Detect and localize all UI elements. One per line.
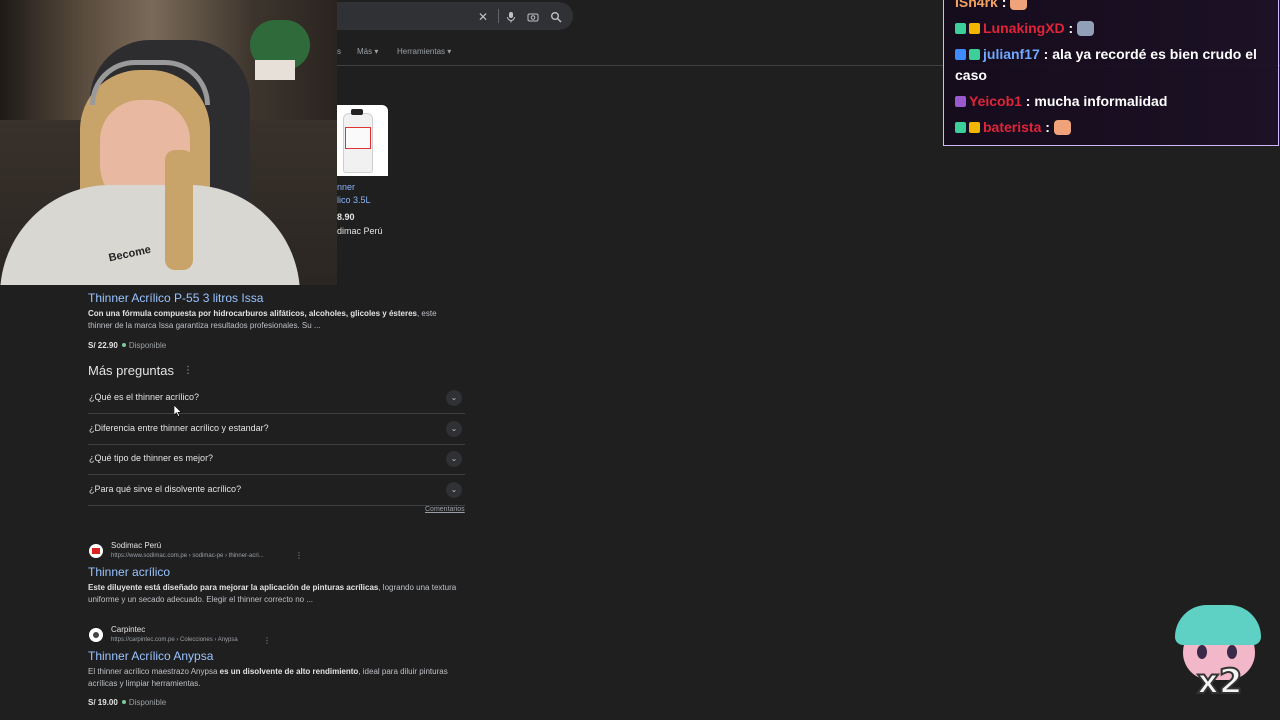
result-issa-snippet: Con una fórmula compuesta por hidrocarbu… (88, 308, 468, 332)
subscriber-badge-icon (969, 49, 980, 60)
product-store: dimac Perú (337, 226, 383, 236)
result-sodimac-snippet-line2: uniforme y un secado adecuado. Elegir el… (88, 595, 314, 604)
ppa-question-row[interactable]: ¿Para qué sirve el disolvente acrílico? … (88, 475, 465, 506)
availability-dot-icon (121, 343, 126, 347)
sticker-eye (1197, 645, 1207, 659)
subscriber-badge-icon (955, 96, 966, 107)
stream-chat-overlay: ISh4rk : LunakingXD : julianf17 : ala ya… (943, 0, 1279, 146)
subscriber-badge-icon (955, 23, 966, 34)
result-issa-snippet-rest: , este (416, 309, 437, 318)
ppa-question[interactable]: ¿Diferencia entre thinner acrílico y est… (89, 423, 269, 433)
product-title-line2[interactable]: lico 3.5L (337, 194, 371, 207)
microphone-icon[interactable] (505, 11, 517, 23)
result-issa-snippet-bold: Con una fórmula compuesta por hidrocarbu… (88, 309, 417, 318)
result-issa-price: S/ 22.90 (88, 341, 118, 350)
chat-username: baterista (983, 119, 1042, 135)
mouse-cursor-icon (174, 405, 182, 417)
nav-tab-tools[interactable]: Herramientas ▾ (397, 47, 451, 56)
result-carpintec-meta: S/ 19.00 Disponible (88, 692, 166, 710)
result-carpintec-snippet: El thinner acrílico maestrazo Anypsa es … (88, 666, 468, 690)
more-options-icon[interactable]: ⋮ (295, 551, 303, 560)
chat-message: LunakingXD : (955, 18, 1270, 39)
verified-badge-icon (955, 49, 966, 60)
chat-message: baterista : (955, 117, 1270, 138)
product-image (337, 105, 388, 176)
result-issa-title[interactable]: Thinner Acrílico P-55 3 litros Issa (88, 291, 263, 305)
ppa-question-row[interactable]: ¿Diferencia entre thinner acrílico y est… (88, 414, 465, 445)
result-sodimac-snippet-rest: , logrando una textura (378, 583, 457, 592)
ppa-menu-icon[interactable]: ⋮ (183, 365, 193, 376)
ppa-question-row[interactable]: ¿Qué tipo de thinner es mejor? ⌄ (88, 444, 465, 475)
chat-message: Yeicob1 : mucha informalidad (955, 91, 1270, 112)
search-divider (498, 9, 499, 23)
bottle-cap (351, 109, 363, 115)
result-sodimac-title[interactable]: Thinner acrílico (88, 565, 170, 579)
chat-username: Yeicob1 (969, 93, 1022, 109)
chat-separator: : (1064, 20, 1074, 36)
chat-separator: : (997, 0, 1007, 10)
result-issa-snippet-line2: thinner de la marca Issa garantiza resul… (88, 321, 321, 330)
sticker-hair (1175, 605, 1261, 645)
x2-sticker: x2 (1175, 600, 1265, 710)
result-carpintec-snippet-start: El thinner acrílico maestrazo Anypsa (88, 667, 220, 676)
search-bar[interactable]: ✕ (330, 2, 573, 30)
result-carpintec-snippet-bold: es un disolvente de alto rendimiento (219, 667, 359, 676)
result-carpintec-snippet-rest: , ideal para diluir pinturas (358, 667, 448, 676)
result-carpintec-price: S/ 19.00 (88, 698, 118, 707)
bottle-label (345, 127, 371, 149)
chat-text: mucha informalidad (1034, 93, 1168, 109)
result-issa-meta: S/ 22.90 Disponible (88, 335, 166, 353)
result-sodimac-snippet: Este diluyente está diseñado para mejora… (88, 582, 468, 606)
webcam-overlay: Become (0, 0, 337, 285)
chat-separator: : (1041, 119, 1050, 135)
crown-badge-icon (969, 23, 980, 34)
search-icon[interactable] (550, 11, 562, 23)
subscriber-badge-icon (955, 122, 966, 133)
ppa-question[interactable]: ¿Para qué sirve el disolvente acrílico? (89, 484, 241, 494)
ppa-question-row[interactable]: ¿Qué es el thinner acrílico? ⌄ (88, 383, 465, 414)
ppa-title: Más preguntas (88, 363, 174, 378)
face-emote-icon (1010, 0, 1028, 10)
nav-tab-partial[interactable]: s (337, 47, 341, 56)
chat-username: LunakingXD (983, 20, 1065, 36)
chat-separator: : (1039, 46, 1049, 62)
chevron-down-icon[interactable]: ⌄ (446, 421, 462, 437)
product-price: 8.90 (337, 212, 355, 222)
carpintec-favicon-icon (89, 628, 103, 642)
feedback-link[interactable]: Comentarios (425, 506, 465, 513)
chevron-down-icon[interactable]: ⌄ (446, 451, 462, 467)
result-sodimac-site[interactable]: Sodimac Perú (111, 541, 161, 550)
result-carpintec-title[interactable]: Thinner Acrílico Anypsa (88, 649, 213, 663)
clear-icon[interactable]: ✕ (477, 11, 489, 23)
face-emote-icon (1053, 120, 1071, 135)
result-issa-availability: Disponible (128, 341, 167, 350)
chat-username: ISh4rk (955, 0, 998, 10)
result-carpintec-snippet-line2: acrílicas y limpiar herramientas. (88, 679, 201, 688)
availability-dot-icon (121, 700, 126, 704)
camera-search-icon[interactable] (527, 11, 539, 23)
ppa-question[interactable]: ¿Qué tipo de thinner es mejor? (89, 453, 213, 463)
result-carpintec-url[interactable]: https://carpintec.com.pe › Colecciones ›… (111, 637, 238, 643)
sodimac-favicon-icon (89, 544, 103, 558)
result-carpintec-site[interactable]: Carpintec (111, 625, 145, 634)
nav-tab-more[interactable]: Más ▾ (357, 47, 378, 56)
chat-username: julianf17 (983, 46, 1040, 62)
result-sodimac-url[interactable]: https://www.sodimac.com.pe › sodimac-pe … (111, 553, 264, 559)
product-title-line1[interactable]: nner (337, 181, 355, 194)
chat-message: julianf17 : ala ya recordé es bien crudo… (955, 44, 1270, 86)
robot-emote-icon (1077, 21, 1095, 36)
sticker-eye (1227, 645, 1237, 659)
ppa-question[interactable]: ¿Qué es el thinner acrílico? (89, 392, 199, 402)
more-options-icon[interactable]: ⋮ (263, 636, 271, 645)
chat-message: ISh4rk : (955, 0, 1270, 13)
crown-badge-icon (969, 122, 980, 133)
sticker-label: x2 (1196, 661, 1244, 703)
chevron-down-icon[interactable]: ⌄ (446, 482, 462, 498)
chat-separator: : (1021, 93, 1031, 109)
webcam-shelf-item (255, 60, 295, 80)
result-carpintec-availability: Disponible (128, 698, 167, 707)
result-sodimac-snippet-bold: Este diluyente está diseñado para mejora… (88, 583, 379, 592)
chevron-down-icon[interactable]: ⌄ (446, 390, 462, 406)
product-card[interactable]: nner lico 3.5L 8.90 dimac Perú (337, 105, 388, 245)
